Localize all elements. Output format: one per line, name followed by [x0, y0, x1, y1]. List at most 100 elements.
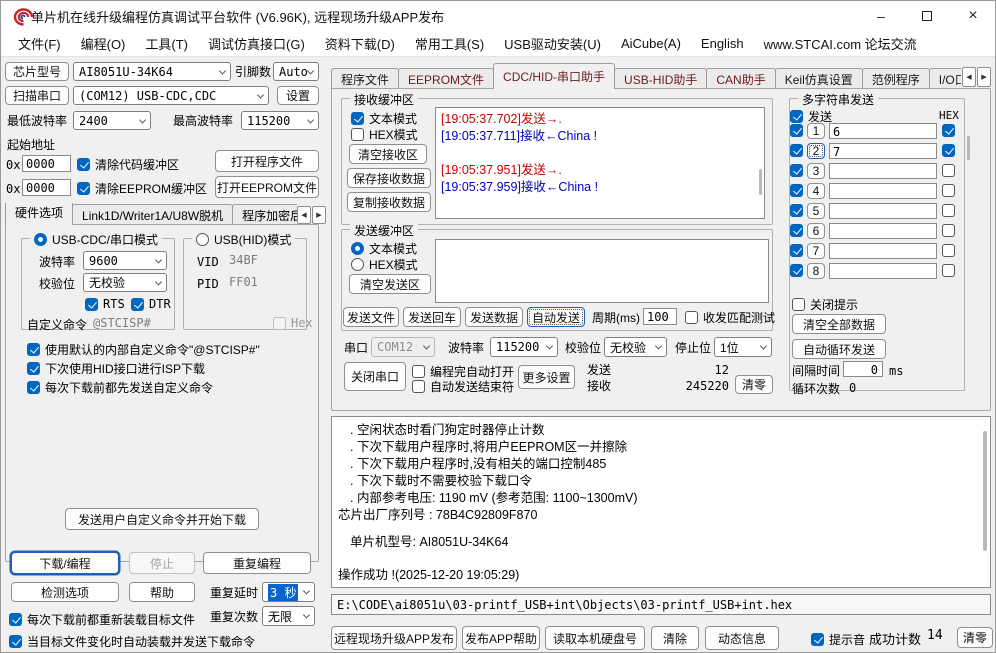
repeat-program-button[interactable]: 重复编程	[203, 552, 311, 574]
menu-english[interactable]: English	[692, 33, 753, 54]
multi-row-input[interactable]	[829, 183, 937, 199]
multi-row-hex-checkbox[interactable]	[942, 264, 955, 277]
multi-row-number-button[interactable]: 6	[807, 223, 825, 239]
beep-checkbox[interactable]: 提示音	[811, 631, 865, 648]
menu-aicube[interactable]: AiCube(A)	[612, 33, 690, 54]
receive-buffer-textarea[interactable]: [19:05:37.702]发送→. [19:05:37.711]接收←Chin…	[435, 107, 765, 219]
main-tabs-scroll-left[interactable]: ◀	[962, 67, 976, 87]
close-port-button[interactable]: 关闭串口	[344, 362, 406, 391]
copy-receive-button[interactable]: 复制接收数据	[347, 192, 431, 212]
multi-row-number-button[interactable]: 7	[807, 243, 825, 259]
check-options-button[interactable]: 检测选项	[11, 582, 119, 602]
multi-row-number-button[interactable]: 5	[807, 203, 825, 219]
hw-parity-select[interactable]: 无校验	[83, 273, 167, 292]
reload-target-checkbox[interactable]: 每次下载前都重新装载目标文件	[9, 611, 195, 628]
multi-row-checkbox[interactable]	[790, 244, 803, 257]
help-button[interactable]: 帮助	[129, 582, 195, 602]
start-address-code-input[interactable]: 0000	[22, 155, 71, 172]
scan-port-button[interactable]: 扫描串口	[5, 86, 69, 105]
download-program-button[interactable]: 下载/编程	[11, 552, 119, 574]
status-log[interactable]: . 空闲状态时看门狗定时器停止计数 . 下次下载用户程序时,将用户EEPROM区…	[331, 416, 991, 588]
multi-row-input[interactable]: 6	[829, 123, 937, 139]
hw-baud-select[interactable]: 9600	[83, 251, 167, 270]
reset-success-count-button[interactable]: 清零	[957, 627, 993, 648]
tab-sample-programs[interactable]: 范例程序	[862, 68, 930, 89]
multi-row-checkbox[interactable]	[790, 184, 803, 197]
tab-io-config-tool[interactable]: I/O口配置工具	[929, 68, 961, 89]
log-scrollbar[interactable]	[983, 431, 987, 551]
multi-row-hex-checkbox[interactable]	[942, 164, 955, 177]
close-button[interactable]: ×	[950, 1, 996, 31]
dtr-checkbox[interactable]: DTR	[131, 297, 171, 311]
dynamic-info-button[interactable]: 动态信息	[705, 626, 779, 650]
helper-port-select[interactable]: COM12	[371, 337, 435, 357]
tab-hardware-options[interactable]: 硬件选项	[5, 203, 73, 225]
multi-row-hex-checkbox[interactable]	[942, 224, 955, 237]
save-receive-button[interactable]: 保存接收数据	[347, 168, 431, 188]
multi-row-hex-checkbox[interactable]	[942, 144, 955, 157]
left-tabs-scroll-right[interactable]: ▶	[312, 206, 326, 224]
send-data-button[interactable]: 发送数据	[465, 307, 523, 327]
maximize-button[interactable]	[904, 1, 950, 31]
recv-scrollbar[interactable]	[759, 169, 762, 195]
usb-hid-mode-radio[interactable]: USB(HID)模式	[192, 231, 295, 248]
send-custom-cmd-download-button[interactable]: 发送用户自定义命令并开始下载	[65, 508, 259, 530]
clear-send-button[interactable]: 清空发送区	[349, 274, 431, 294]
tab-can-helper[interactable]: CAN助手	[706, 68, 775, 89]
multi-row-input[interactable]	[829, 163, 937, 179]
menu-tools[interactable]: 工具(T)	[136, 31, 197, 56]
multi-row-checkbox[interactable]	[790, 224, 803, 237]
clear-code-buffer-checkbox[interactable]: 清除代码缓冲区	[77, 156, 179, 173]
menu-downloads[interactable]: 资料下载(D)	[316, 31, 404, 56]
more-settings-button[interactable]: 更多设置	[518, 365, 575, 389]
multi-row-number-button[interactable]: 2	[807, 143, 825, 159]
tab-cdc-hid-serial-helper[interactable]: CDC/HID-串口助手	[493, 63, 615, 89]
multi-row-number-button[interactable]: 4	[807, 183, 825, 199]
menu-common-tools[interactable]: 常用工具(S)	[406, 31, 493, 56]
multi-row-hex-checkbox[interactable]	[942, 124, 955, 137]
menu-usb-driver[interactable]: USB驱动安装(U)	[495, 31, 610, 56]
multi-row-input[interactable]: 7	[829, 143, 937, 159]
multi-row-input[interactable]	[829, 203, 937, 219]
custom-cmd-hex-checkbox[interactable]: Hex	[273, 316, 313, 330]
pin-count-select[interactable]: Auto	[273, 62, 319, 81]
send-hex-mode-radio[interactable]: HEX模式	[351, 256, 418, 273]
chip-model-select[interactable]: AI8051U-34K64	[73, 62, 231, 81]
open-eeprom-file-button[interactable]: 打开EEPROM文件	[215, 176, 319, 198]
multi-send-scrollbar[interactable]	[967, 136, 970, 160]
recv-hex-mode-checkbox[interactable]: HEX模式	[351, 126, 418, 143]
menu-debug-interface[interactable]: 调试仿真接口(G)	[199, 31, 314, 56]
send-cr-button[interactable]: 发送回车	[403, 307, 461, 327]
use-hid-next-checkbox[interactable]: 下次使用HID接口进行ISP下载	[27, 360, 205, 377]
clear-receive-button[interactable]: 清空接收区	[349, 144, 427, 164]
send-text-mode-radio[interactable]: 文本模式	[351, 240, 417, 257]
menu-file[interactable]: 文件(F)	[9, 31, 70, 56]
min-baud-select[interactable]: 2400	[73, 111, 151, 130]
multi-row-checkbox[interactable]	[790, 264, 803, 277]
close-tip-checkbox[interactable]: 关闭提示	[792, 296, 858, 313]
multi-row-input[interactable]	[829, 263, 937, 279]
clear-all-data-button[interactable]: 清空全部数据	[792, 314, 886, 334]
match-test-checkbox[interactable]: 收发匹配测试	[685, 309, 775, 326]
port-settings-button[interactable]: 设置	[277, 86, 319, 105]
autoload-on-change-checkbox[interactable]: 当目标文件变化时自动装载并发送下载命令	[9, 633, 255, 650]
menu-program[interactable]: 编程(O)	[72, 31, 135, 56]
multi-row-number-button[interactable]: 8	[807, 263, 825, 279]
rts-checkbox[interactable]: RTS	[85, 297, 125, 311]
multi-row-hex-checkbox[interactable]	[942, 204, 955, 217]
multi-row-checkbox[interactable]	[790, 144, 803, 157]
multi-row-number-button[interactable]: 3	[807, 163, 825, 179]
clear-counters-button[interactable]: 清零	[735, 375, 773, 394]
send-file-button[interactable]: 发送文件	[343, 307, 399, 327]
auto-send-button[interactable]: 自动发送	[527, 307, 585, 327]
tab-eeprom-file[interactable]: EEPROM文件	[398, 68, 494, 89]
chip-model-button[interactable]: 芯片型号	[5, 62, 69, 81]
clear-eeprom-buffer-checkbox[interactable]: 清除EEPROM缓冲区	[77, 180, 207, 197]
open-program-file-button[interactable]: 打开程序文件	[215, 150, 319, 172]
multi-row-checkbox[interactable]	[790, 124, 803, 137]
use-default-cmd-checkbox[interactable]: 使用默认的内部自定义命令"@STCISP#"	[27, 341, 260, 358]
publish-app-help-button[interactable]: 发布APP帮助	[462, 626, 540, 650]
minimize-button[interactable]: –	[858, 1, 904, 31]
helper-baud-select[interactable]: 115200	[490, 337, 558, 357]
recv-text-mode-checkbox[interactable]: 文本模式	[351, 110, 417, 127]
